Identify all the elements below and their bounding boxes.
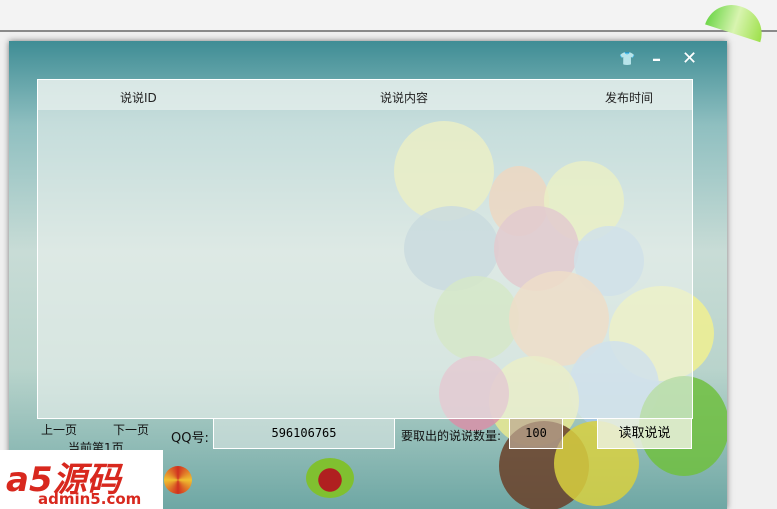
main-window: 👕 – ✕ 说说ID 说说内容 发布时间 上一页 下一页 当前第1页 QQ号: … (9, 41, 727, 509)
count-label: 要取出的说说数量: (401, 429, 502, 443)
column-header-id[interactable]: 说说ID (120, 89, 157, 106)
close-icon[interactable]: ✕ (682, 48, 697, 69)
candy-icon (164, 466, 192, 494)
background-titlebar (0, 0, 777, 32)
qq-label: QQ号: (171, 431, 209, 446)
qq-input[interactable]: 596106765 (213, 418, 395, 449)
column-header-content[interactable]: 说说内容 (380, 89, 428, 106)
watermark-url: admin5.com (38, 490, 142, 508)
table-header: 说说ID 说说内容 发布时间 (38, 80, 692, 110)
count-input[interactable]: 100 (509, 418, 563, 449)
watermark-logo: a5源码 admin5.com (0, 450, 163, 509)
read-shuoshuo-button[interactable]: 读取说说 (597, 418, 692, 449)
skin-icon[interactable]: 👕 (619, 52, 635, 67)
shuoshuo-table[interactable]: 说说ID 说说内容 发布时间 (37, 79, 693, 419)
prev-page-link[interactable]: 上一页 (41, 421, 77, 438)
column-header-time[interactable]: 发布时间 (605, 89, 653, 106)
next-page-link[interactable]: 下一页 (113, 421, 149, 438)
frog-icon (306, 458, 354, 498)
minimize-icon[interactable]: – (652, 49, 661, 70)
